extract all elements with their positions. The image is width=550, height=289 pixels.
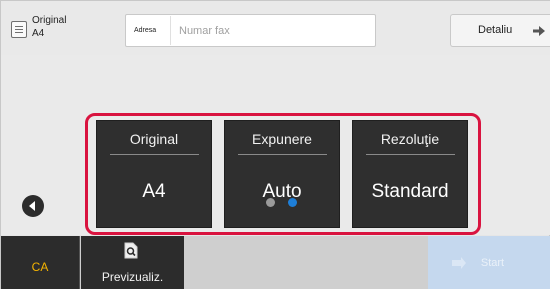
page-dot-1[interactable] <box>266 198 275 207</box>
card-title: Rezoluţie <box>380 131 440 147</box>
previous-page-button[interactable] <box>22 195 44 217</box>
card-divider <box>366 154 455 155</box>
page-dot-2-active[interactable] <box>288 198 297 207</box>
card-value: Auto <box>262 181 302 202</box>
top-bar: Original A4 Adresa Detaliu <box>1 1 550 55</box>
resolution-setting-card[interactable]: Rezoluţie Standard <box>352 120 468 228</box>
detail-button-label: Detaliu <box>478 24 513 36</box>
detail-button[interactable]: Detaliu <box>450 14 550 47</box>
arrow-right-icon <box>533 26 545 36</box>
card-divider <box>238 154 327 155</box>
preview-button[interactable]: Previzualiz. <box>81 236 184 289</box>
card-title: Original <box>129 131 179 147</box>
start-button-label: Start <box>480 257 505 269</box>
card-title: Expunere <box>252 131 312 147</box>
card-value: A4 <box>142 181 166 202</box>
start-button[interactable]: Start <box>428 236 550 289</box>
original-summary: Original A4 <box>32 14 66 40</box>
address-label: Adresa <box>134 27 157 34</box>
fax-number-input[interactable] <box>170 16 374 45</box>
exposure-setting-card[interactable]: Expunere Auto <box>224 120 340 228</box>
ca-button[interactable]: CA <box>1 236 80 289</box>
card-divider <box>110 154 199 155</box>
preview-button-label: Previzualiz. <box>101 270 164 284</box>
ca-button-label: CA <box>31 260 49 274</box>
main-panel: Original A4 Expunere Auto Rezoluţie Stan… <box>1 55 550 235</box>
bottom-bar: CA Previzualiz. Start <box>1 236 550 289</box>
fax-screen: Original A4 Adresa Detaliu Original A4 E… <box>0 0 550 289</box>
original-summary-label: Original <box>32 15 67 26</box>
preview-magnifier-icon <box>124 242 138 259</box>
document-icon <box>11 21 27 38</box>
original-setting-card[interactable]: Original A4 <box>96 120 212 228</box>
original-summary-size: A4 <box>32 28 45 39</box>
card-value: Standard <box>371 181 449 202</box>
chevron-left-icon <box>29 201 35 211</box>
address-field[interactable]: Adresa <box>125 14 376 47</box>
